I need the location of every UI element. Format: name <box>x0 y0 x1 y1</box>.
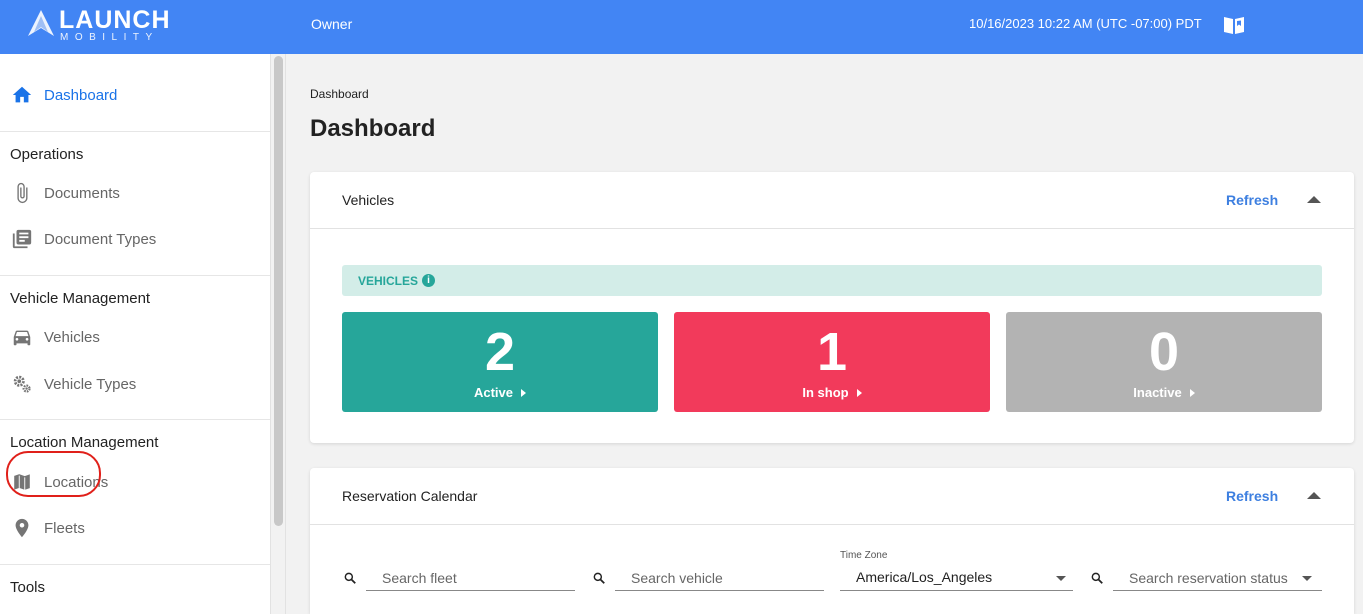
sidebar-item-label: Document Types <box>44 230 157 248</box>
sidebar: Dashboard Operations Documents Document … <box>0 54 271 614</box>
sidebar-item-label: Dashboard <box>44 86 118 104</box>
stat-label-row: Active <box>342 385 658 400</box>
vehicles-card: Vehicles Refresh VEHICLES i 2 Active 1 I… <box>310 172 1354 443</box>
stat-label-row: Inactive <box>1006 385 1322 400</box>
divider <box>0 131 270 132</box>
divider <box>0 564 270 565</box>
sidebar-scrollbar-thumb[interactable] <box>274 56 283 526</box>
logo-text: LAUNCH <box>59 6 171 34</box>
collapse-caret-icon[interactable] <box>1307 196 1321 203</box>
stat-inactive[interactable]: 0 Inactive <box>1006 312 1322 412</box>
location-pin-icon <box>11 517 33 539</box>
gears-icon <box>11 373 33 395</box>
paperclip-icon <box>11 182 33 204</box>
reservation-status-filter <box>1088 563 1324 593</box>
fleet-filter <box>310 563 580 593</box>
car-icon <box>11 326 33 348</box>
calendar-card-title: Reservation Calendar <box>342 488 478 504</box>
sidebar-item-vehicle-types[interactable]: Vehicle Types <box>0 364 270 404</box>
sidebar-item-label: Fleets <box>44 519 85 537</box>
section-title-tools: Tools <box>10 579 46 596</box>
current-datetime: 10/16/2023 10:22 AM (UTC -07:00) PDT <box>969 16 1202 31</box>
search-icon <box>1091 572 1103 584</box>
vehicle-filter <box>590 563 830 593</box>
book-open-icon[interactable] <box>1222 13 1246 37</box>
user-role: Owner <box>311 16 353 32</box>
stat-label: Active <box>473 385 514 400</box>
reservation-calendar-card: Reservation Calendar Refresh Time Zone A… <box>310 468 1354 614</box>
top-bar: LAUNCH MOBILITY Owner 10/16/2023 10:22 A… <box>0 0 1363 54</box>
rocket-logo-icon <box>28 10 54 36</box>
timezone-value[interactable]: America/Los_Angeles <box>840 565 1073 591</box>
vehicles-banner-label: VEHICLES <box>358 274 419 288</box>
vehicles-card-title: Vehicles <box>342 192 395 208</box>
calendar-card-header: Reservation Calendar Refresh <box>310 468 1354 525</box>
dropdown-caret-icon[interactable] <box>1056 576 1066 581</box>
sidebar-item-vehicles[interactable]: Vehicles <box>0 317 270 357</box>
calendar-refresh-button[interactable]: Refresh <box>1226 488 1278 504</box>
sidebar-item-label: Vehicles <box>44 328 100 346</box>
arrow-right-icon <box>521 389 527 397</box>
page-title: Dashboard <box>310 115 436 142</box>
vehicles-refresh-button[interactable]: Refresh <box>1226 192 1278 208</box>
breadcrumb: Dashboard <box>310 87 369 101</box>
timezone-label: Time Zone <box>840 550 888 561</box>
search-reservation-status-input[interactable] <box>1113 565 1322 591</box>
dropdown-caret-icon[interactable] <box>1302 576 1312 581</box>
collapse-caret-icon[interactable] <box>1307 492 1321 499</box>
search-icon <box>593 572 605 584</box>
stat-label: In shop <box>802 385 849 400</box>
section-title-operations: Operations <box>10 146 84 163</box>
search-vehicle-input[interactable] <box>615 565 824 591</box>
highlight-circle-annotation <box>6 451 101 497</box>
timezone-select[interactable]: America/Los_Angeles <box>840 563 1074 593</box>
sidebar-item-document-types[interactable]: Document Types <box>0 219 270 259</box>
vehicles-card-header: Vehicles Refresh <box>310 172 1354 229</box>
search-fleet-input[interactable] <box>366 565 575 591</box>
stat-value: 2 <box>484 322 516 382</box>
vehicles-banner: VEHICLES i <box>342 265 1322 296</box>
arrow-right-icon <box>856 389 862 397</box>
stat-value: 0 <box>1148 322 1180 382</box>
stat-in-shop[interactable]: 1 In shop <box>674 312 990 412</box>
stat-value: 1 <box>816 322 848 382</box>
home-icon <box>11 84 33 106</box>
logo-subtext: MOBILITY <box>60 32 159 43</box>
library-books-icon <box>11 228 33 250</box>
stat-label-row: In shop <box>674 385 990 400</box>
sidebar-scrollbar[interactable] <box>271 54 286 614</box>
sidebar-item-documents[interactable]: Documents <box>0 173 270 213</box>
section-title-location-management: Location Management <box>10 434 159 451</box>
search-icon <box>344 572 356 584</box>
sidebar-item-fleets[interactable]: Fleets <box>0 508 270 548</box>
sidebar-item-dashboard[interactable]: Dashboard <box>0 75 270 115</box>
stat-label: Inactive <box>1133 385 1182 400</box>
launch-mobility-logo[interactable]: LAUNCH MOBILITY <box>26 6 176 46</box>
stat-active[interactable]: 2 Active <box>342 312 658 412</box>
section-title-vehicle-management: Vehicle Management <box>10 290 151 307</box>
arrow-right-icon <box>1189 389 1195 397</box>
info-icon[interactable]: i <box>422 274 435 287</box>
sidebar-item-label: Vehicle Types <box>44 375 137 393</box>
divider <box>0 275 270 276</box>
divider <box>0 419 270 420</box>
sidebar-item-label: Documents <box>44 184 120 202</box>
